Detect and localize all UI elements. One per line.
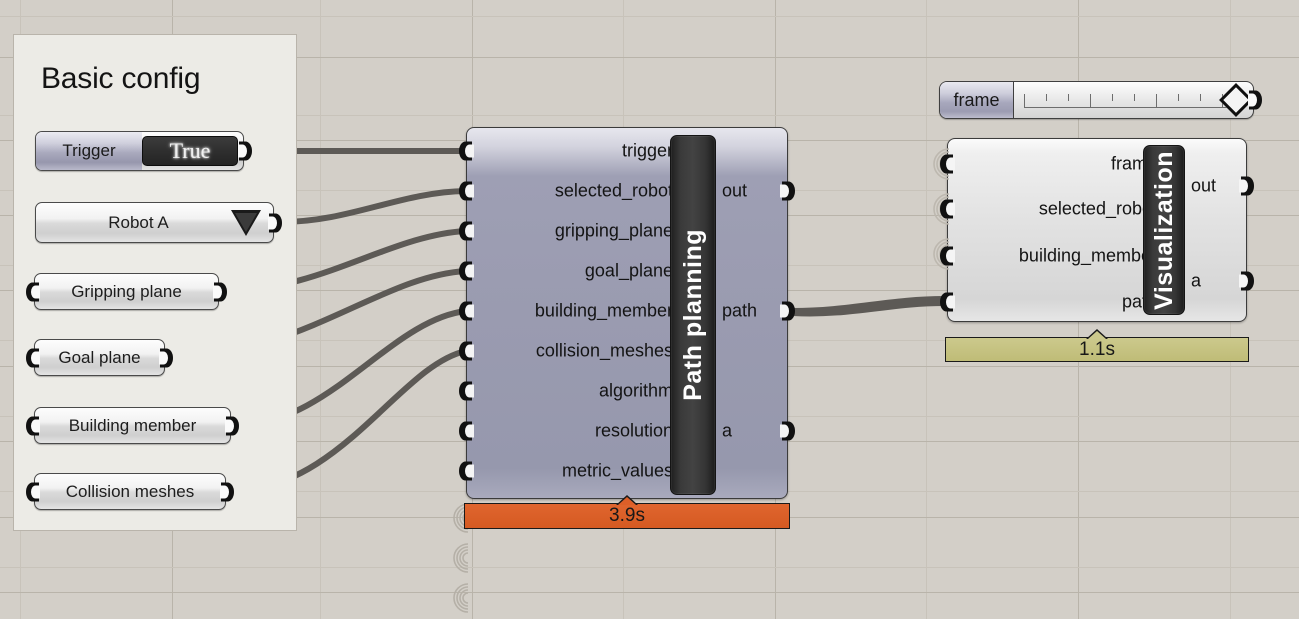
port-selected-robot[interactable]: selected_robot bbox=[1039, 199, 1157, 220]
frame-slider-label: frame bbox=[940, 82, 1014, 118]
runtime-notch bbox=[1086, 329, 1108, 339]
output-nub[interactable] bbox=[1248, 90, 1262, 110]
gripping-plane-param[interactable]: Gripping plane bbox=[26, 273, 227, 310]
port-nub-frame[interactable] bbox=[940, 154, 955, 174]
runtime-label: 1.1s bbox=[1079, 338, 1115, 360]
port-nub-trigger[interactable] bbox=[459, 141, 474, 161]
runtime-label: 3.9s bbox=[609, 505, 645, 526]
component-path-planning[interactable]: trigger selected_robot gripping_plane go… bbox=[453, 127, 795, 613]
building-member-param[interactable]: Building member bbox=[26, 407, 239, 444]
trigger-toggle[interactable]: Trigger True bbox=[35, 131, 252, 171]
output-nub[interactable] bbox=[213, 282, 227, 301]
port-nub-out[interactable] bbox=[1239, 176, 1254, 196]
output-nub[interactable] bbox=[220, 482, 234, 501]
runtime-bar-path-planning[interactable]: 3.9s bbox=[464, 495, 790, 529]
port-trigger[interactable]: trigger bbox=[622, 141, 673, 162]
port-a[interactable]: a bbox=[1191, 271, 1201, 292]
port-nub-goal-plane[interactable] bbox=[459, 261, 474, 281]
runtime-bar-visualization[interactable]: 1.1s bbox=[945, 329, 1249, 362]
port-nub-a[interactable] bbox=[1239, 271, 1254, 291]
ghost-wire-icon bbox=[453, 543, 469, 573]
ghost-wire-icon bbox=[453, 583, 469, 613]
chevron-down-icon[interactable] bbox=[231, 209, 261, 236]
port-selected-robot[interactable]: selected_robot bbox=[555, 181, 673, 202]
frame-slider-track[interactable] bbox=[1014, 82, 1253, 118]
port-out[interactable]: out bbox=[722, 181, 747, 202]
port-metric-values[interactable]: metric_values bbox=[562, 461, 673, 482]
port-resolution[interactable]: resolution bbox=[595, 421, 673, 442]
port-collision-meshes[interactable]: collision_meshes bbox=[536, 341, 673, 362]
frame-slider[interactable]: frame bbox=[939, 81, 1262, 119]
collision-meshes-label: Collision meshes bbox=[65, 481, 195, 501]
component-visualization[interactable]: frame selected_robot building_member pat… bbox=[933, 138, 1254, 322]
output-nub[interactable] bbox=[268, 213, 282, 232]
output-nub[interactable] bbox=[238, 141, 252, 161]
trigger-toggle-label: Trigger bbox=[36, 132, 142, 170]
output-nub[interactable] bbox=[225, 416, 239, 435]
port-nub-algorithm[interactable] bbox=[459, 381, 474, 401]
goal-plane-label: Goal plane bbox=[58, 347, 141, 367]
port-path[interactable]: path bbox=[722, 301, 757, 322]
component-body[interactable] bbox=[947, 138, 1247, 322]
port-a[interactable]: a bbox=[722, 421, 732, 442]
port-nub-a[interactable] bbox=[780, 421, 795, 441]
gripping-plane-label: Gripping plane bbox=[71, 281, 182, 301]
component-title-text: Path planning bbox=[678, 229, 707, 401]
port-nub-resolution[interactable] bbox=[459, 421, 474, 441]
port-nub-selected-robot[interactable] bbox=[459, 181, 474, 201]
port-building-member[interactable]: building_member bbox=[1019, 246, 1157, 267]
goal-plane-param[interactable]: Goal plane bbox=[26, 339, 173, 376]
component-title-path-planning[interactable]: Path planning bbox=[670, 135, 716, 495]
grasshopper-canvas[interactable]: Basic config Trigger True Robot A Grippi… bbox=[0, 0, 1299, 619]
port-nub-path[interactable] bbox=[940, 292, 955, 312]
runtime-notch bbox=[616, 495, 638, 505]
port-nub-selected-robot[interactable] bbox=[940, 199, 955, 219]
port-nub-building-member[interactable] bbox=[940, 246, 955, 266]
component-title-text: Visualization bbox=[1149, 150, 1178, 310]
group-title: Basic config bbox=[41, 62, 201, 95]
port-nub-metric-values[interactable] bbox=[459, 461, 474, 481]
port-goal-plane[interactable]: goal_plane bbox=[585, 261, 673, 282]
input-nub[interactable] bbox=[26, 482, 40, 501]
port-building-member[interactable]: building_member bbox=[535, 301, 673, 322]
port-nub-gripping-plane[interactable] bbox=[459, 221, 474, 241]
collision-meshes-param[interactable]: Collision meshes bbox=[26, 473, 234, 510]
port-nub-out[interactable] bbox=[780, 181, 795, 201]
slider-baseline bbox=[1024, 107, 1241, 108]
port-algorithm[interactable]: algorithm bbox=[599, 381, 673, 402]
output-nub[interactable] bbox=[159, 348, 173, 367]
port-nub-building-member[interactable] bbox=[459, 301, 474, 321]
port-gripping-plane[interactable]: gripping_plane bbox=[555, 221, 673, 242]
trigger-toggle-value[interactable]: True bbox=[142, 136, 238, 166]
port-nub-collision-meshes[interactable] bbox=[459, 341, 474, 361]
robot-value-list[interactable]: Robot A bbox=[35, 202, 282, 243]
port-nub-path[interactable] bbox=[780, 301, 795, 321]
input-nub[interactable] bbox=[26, 348, 40, 367]
input-nub[interactable] bbox=[26, 416, 40, 435]
port-out[interactable]: out bbox=[1191, 176, 1216, 197]
input-nub[interactable] bbox=[26, 282, 40, 301]
building-member-label: Building member bbox=[68, 415, 197, 435]
component-title-visualization[interactable]: Visualization bbox=[1143, 145, 1185, 315]
